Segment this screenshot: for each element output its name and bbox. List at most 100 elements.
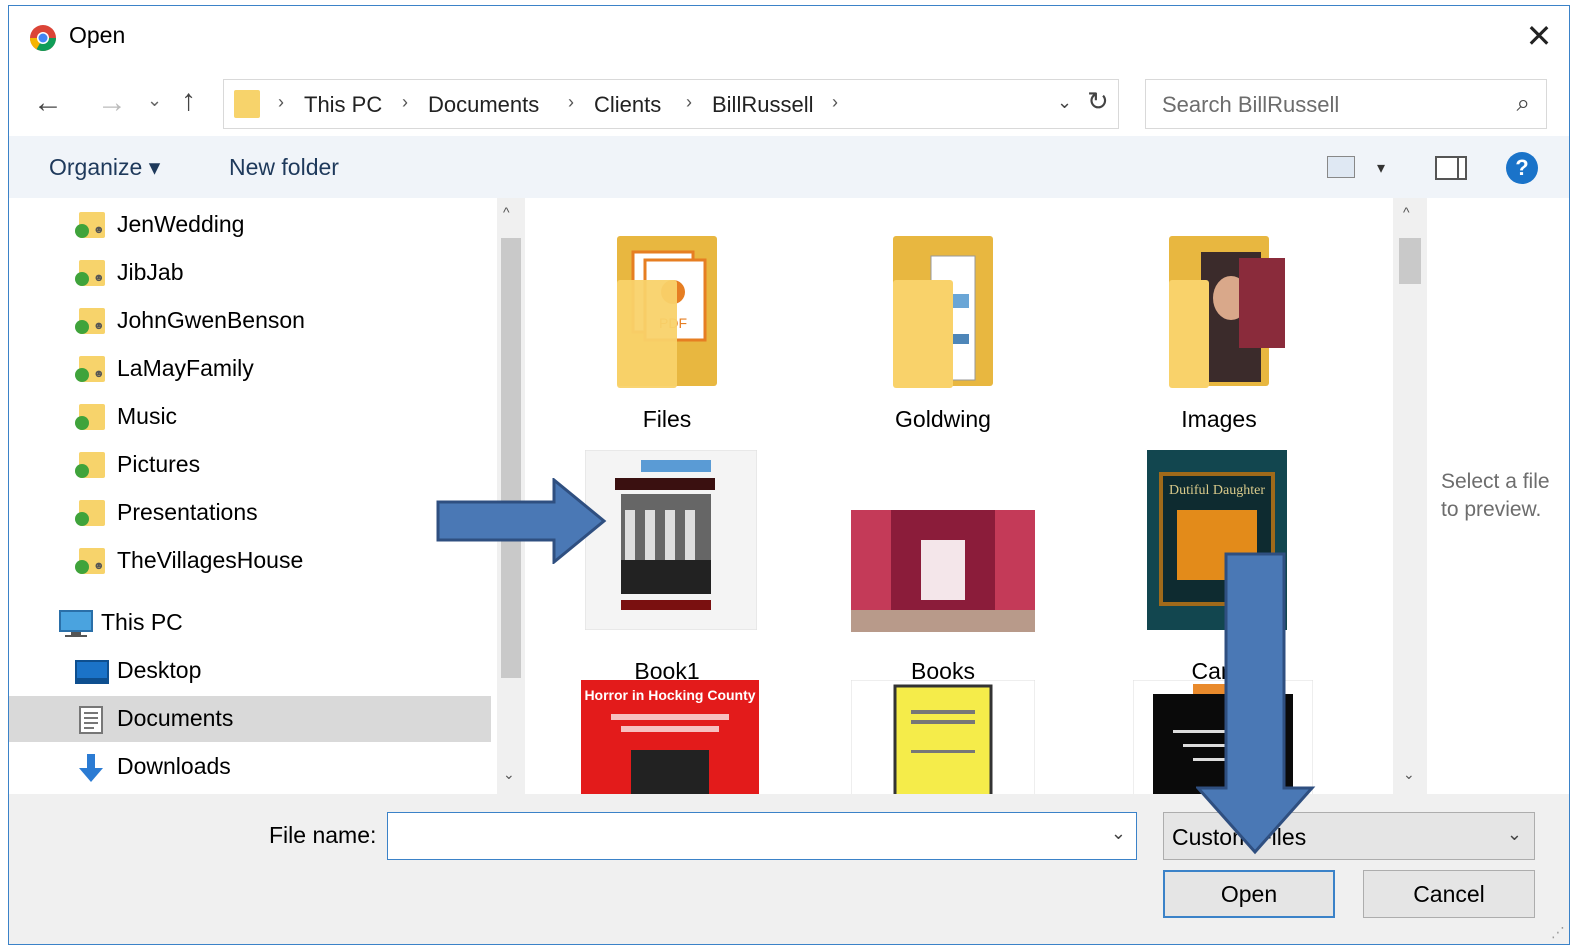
file-item-cana[interactable]: Dutiful Daughter Cana [1109,450,1329,690]
sidebar-item-label: This PC [101,609,183,635]
folder-icon: PDF [557,198,777,398]
sync-check-icon [75,224,89,238]
sidebar-item-label: JohnGwenBenson [117,307,305,333]
folder-icon [833,198,1053,398]
documents-icon [79,706,103,734]
breadcrumb-separator: › [832,92,838,112]
sidebar-item-label: Downloads [117,753,231,779]
breadcrumb-separator: › [278,92,284,112]
sidebar-item-downloads[interactable]: Downloads [9,744,491,790]
up-button[interactable]: ↑ [181,84,196,118]
book-cover-image [1133,680,1313,794]
file-item-book-black[interactable] [1109,680,1329,794]
sidebar-item-lamayfamily[interactable]: ☻ LaMayFamily [9,346,491,392]
book-cover-image [851,680,1035,794]
breadcrumb-separator: › [568,92,574,112]
organize-button[interactable]: Organize ▾ [49,154,160,181]
scrollbar-thumb[interactable] [1399,238,1421,284]
book-cover-image: Dutiful Daughter [1147,450,1287,630]
open-button[interactable]: Open [1163,870,1335,918]
refresh-button[interactable]: ↻ [1087,86,1109,117]
sidebar-item-jenwedding[interactable]: ☻ JenWedding [9,202,491,248]
file-list-scrollbar[interactable]: ^ ⌄ [1393,198,1427,794]
file-item-book1[interactable]: Book1 [557,450,777,690]
download-icon [79,754,103,782]
search-input[interactable] [1160,90,1484,120]
file-item-horror[interactable]: Horror in Hocking County [557,680,777,794]
breadcrumb-this-pc[interactable]: This PC [304,92,382,118]
sync-check-icon [75,320,89,334]
change-view-icon[interactable] [1327,156,1355,178]
sidebar-item-thevillageshouse[interactable]: ☻ TheVillagesHouse [9,538,491,584]
sidebar-item-jibjab[interactable]: ☻ JibJab [9,250,491,296]
chevron-down-icon: ⌄ [1506,824,1522,844]
forward-button[interactable]: → [97,86,127,120]
sync-check-icon [75,368,89,382]
file-item-books[interactable]: Books [833,450,1053,690]
scroll-up-icon[interactable]: ^ [503,204,510,220]
breadcrumb-clients[interactable]: Clients [594,92,661,118]
sync-check-icon [75,272,89,286]
file-item-goldwing[interactable]: Goldwing [833,198,1053,438]
file-item-book-yellow[interactable] [833,680,1053,794]
file-name-input[interactable] [396,821,1090,853]
computer-icon [59,610,93,637]
bookstore-image [851,510,1035,632]
scroll-up-icon[interactable]: ^ [1403,204,1410,220]
file-name: Images [1181,406,1257,432]
open-dialog: Open ✕ ← → ⌄ ↑ › This PC › Documents › C… [8,5,1570,945]
person-icon: ☻ [93,272,105,284]
sidebar-item-label: JenWedding [117,211,245,237]
address-bar[interactable]: › This PC › Documents › Clients › BillRu… [223,79,1119,129]
chrome-icon [29,25,57,52]
sidebar-item-johngwenbenson[interactable]: ☻ JohnGwenBenson [9,298,491,344]
sync-check-icon [75,560,89,574]
new-folder-button[interactable]: New folder [229,154,339,181]
scroll-down-icon[interactable]: ⌄ [503,766,515,783]
file-type-select[interactable]: Custom Files ⌄ [1163,812,1535,860]
sidebar-item-documents[interactable]: Documents [9,696,491,742]
sidebar-item-label: Presentations [117,499,258,525]
title-bar: Open ✕ [9,6,1569,70]
breadcrumb-billrussell[interactable]: BillRussell [712,92,813,118]
cover-title: Dutiful Daughter [1169,483,1265,498]
preview-pane: Select a file to preview. [1427,198,1569,794]
folder-icon [1109,198,1329,398]
file-item-images[interactable]: Images [1109,198,1329,438]
sync-check-icon [75,512,89,526]
file-name: Goldwing [895,406,991,432]
file-type-value: Custom Files [1172,824,1307,850]
file-name-label: File name: [269,822,377,848]
file-list: PDF Files Goldwing [525,198,1393,794]
sidebar-item-this-pc[interactable]: This PC [9,600,491,646]
person-icon: ☻ [93,560,105,572]
view-options-dropdown[interactable]: ▾ [1377,158,1385,178]
chevron-down-icon[interactable]: ⌄ [1111,823,1126,844]
cancel-button[interactable]: Cancel [1363,870,1535,918]
address-dropdown-button[interactable]: ⌄ [1057,92,1072,113]
recent-locations-button[interactable]: ⌄ [147,90,162,111]
resize-grip-icon[interactable]: ⋰ [1551,924,1565,941]
scroll-down-icon[interactable]: ⌄ [1403,766,1415,783]
sync-check-icon [75,416,89,430]
sidebar-item-pictures[interactable]: Pictures [9,442,491,488]
book-cover-image: Horror in Hocking County [581,680,759,794]
sidebar-item-label: Desktop [117,657,202,683]
back-button[interactable]: ← [33,86,63,120]
close-button[interactable]: ✕ [1517,14,1561,58]
navigation-scrollbar[interactable]: ^ ⌄ [497,198,525,794]
file-name: Files [642,406,692,432]
file-name-combobox[interactable]: ⌄ [387,812,1137,860]
sidebar-item-presentations[interactable]: Presentations [9,490,491,536]
scrollbar-thumb[interactable] [501,238,521,678]
preview-pane-toggle-icon[interactable] [1435,156,1467,180]
search-icon[interactable]: ⌕ [1517,90,1530,118]
breadcrumb-documents[interactable]: Documents [428,92,539,118]
person-icon: ☻ [93,224,105,236]
search-box[interactable]: ⌕ [1145,79,1547,129]
sidebar-item-music[interactable]: Music [9,394,491,440]
sidebar-item-desktop[interactable]: Desktop [9,648,491,694]
help-icon[interactable]: ? [1506,152,1538,184]
file-item-files[interactable]: PDF Files [557,198,777,438]
desktop-icon [75,660,109,684]
